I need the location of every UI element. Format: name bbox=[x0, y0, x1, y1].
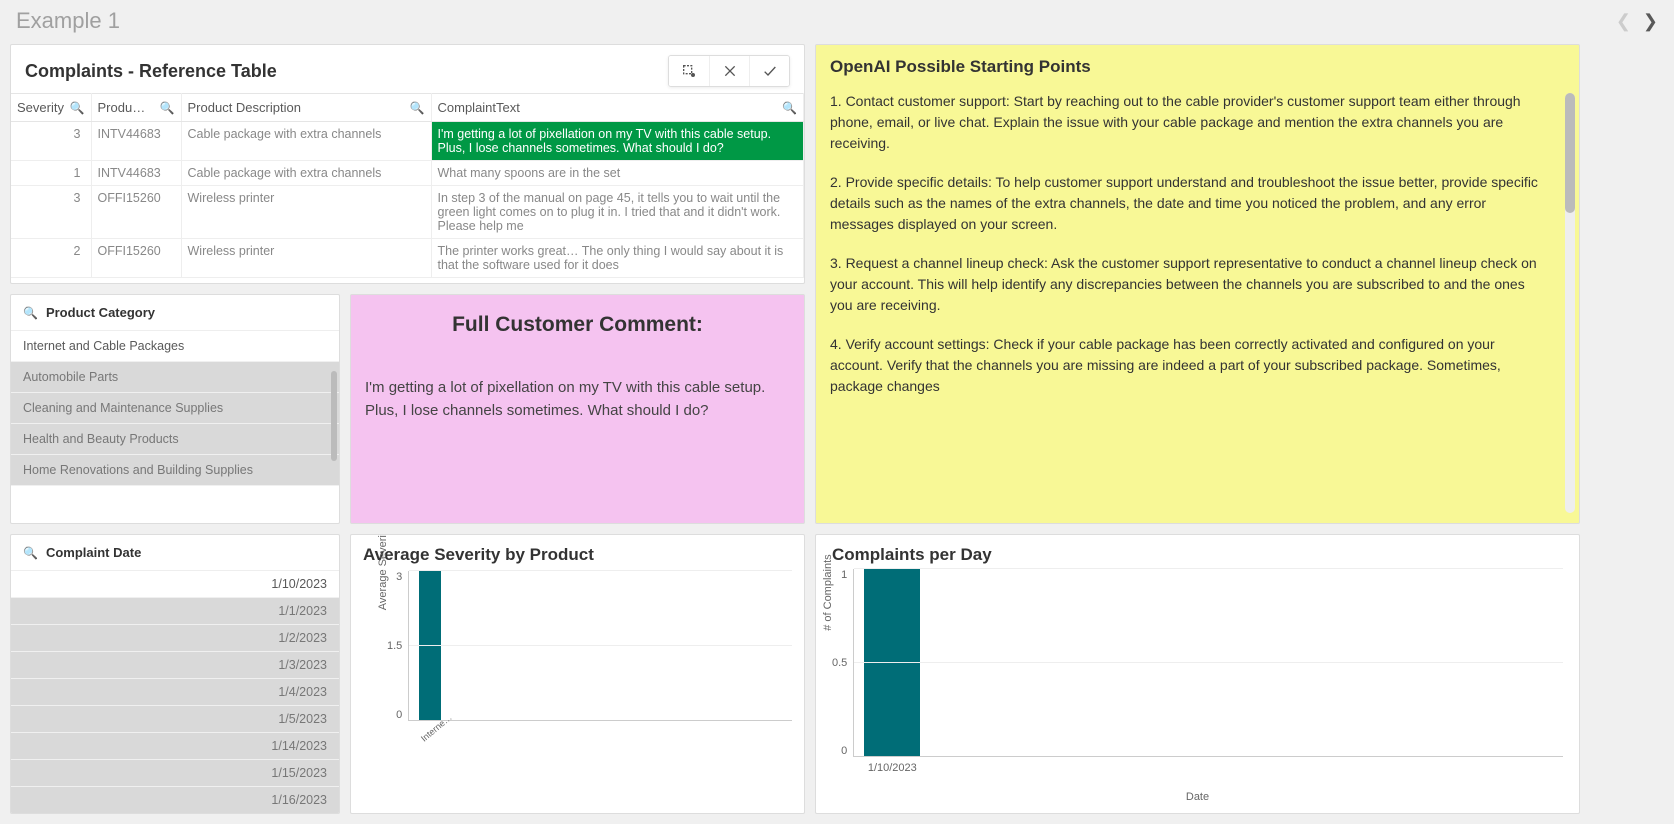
list-item[interactable]: 1/15/2023 bbox=[11, 760, 339, 787]
list-item[interactable]: 1/2/2023 bbox=[11, 625, 339, 652]
complaint-date-header[interactable]: 🔍 Complaint Date bbox=[11, 535, 339, 571]
cell-description[interactable]: Wireless printer bbox=[181, 239, 431, 278]
complaints-per-day-title: Complaints per Day bbox=[832, 545, 1563, 565]
cell-product[interactable]: INTV44683 bbox=[91, 161, 181, 186]
search-icon[interactable]: 🔍 bbox=[782, 101, 797, 115]
scrollbar-thumb[interactable] bbox=[1565, 93, 1575, 213]
search-icon[interactable]: 🔍 bbox=[410, 101, 425, 115]
list-item[interactable]: Health and Beauty Products bbox=[11, 424, 339, 455]
table-row[interactable]: 1INTV44683Cable package with extra chann… bbox=[11, 161, 804, 186]
avg-severity-chart[interactable]: Average Severity 31.50 Interne… bbox=[387, 571, 792, 721]
table-row[interactable]: 3OFFI15260Wireless printerIn step 3 of t… bbox=[11, 186, 804, 239]
list-item[interactable]: 1/14/2023 bbox=[11, 733, 339, 760]
search-icon[interactable]: 🔍 bbox=[70, 101, 85, 115]
product-category-header[interactable]: 🔍 Product Category bbox=[11, 295, 339, 331]
cell-product[interactable]: OFFI15260 bbox=[91, 186, 181, 239]
next-sheet-button[interactable]: ❯ bbox=[1643, 11, 1658, 32]
chart-xtick: Interne… bbox=[419, 722, 442, 744]
column-header-product[interactable]: Produ…🔍 bbox=[91, 94, 181, 122]
chart-xtick: 1/10/2023 bbox=[864, 762, 920, 774]
cell-severity[interactable]: 1 bbox=[11, 161, 91, 186]
table-row[interactable]: 2OFFI15260Wireless printerThe printer wo… bbox=[11, 239, 804, 278]
scrollbar-thumb[interactable] bbox=[331, 371, 337, 461]
cancel-selection-button[interactable] bbox=[709, 56, 749, 86]
selection-tool-icon bbox=[681, 63, 697, 79]
ai-paragraph: 2. Provide specific details: To help cus… bbox=[830, 172, 1545, 235]
complaints-table[interactable]: Severity🔍 Produ…🔍 Product Description🔍 C… bbox=[11, 93, 804, 278]
check-icon bbox=[762, 63, 778, 79]
chart-ytick: 1 bbox=[841, 569, 847, 581]
complaints-per-day-chart[interactable]: # of Complaints 10.50 1/10/2023 bbox=[832, 569, 1563, 757]
cell-description[interactable]: Cable package with extra channels bbox=[181, 122, 431, 161]
cell-product[interactable]: OFFI15260 bbox=[91, 239, 181, 278]
product-category-list: Internet and Cable PackagesAutomobile Pa… bbox=[11, 331, 339, 523]
list-item[interactable]: 1/3/2023 bbox=[11, 652, 339, 679]
complaint-date-panel: 🔍 Complaint Date 1/10/20231/1/20231/2/20… bbox=[10, 534, 340, 814]
sheet-title: Example 1 bbox=[16, 8, 120, 34]
smart-select-button[interactable] bbox=[669, 56, 709, 86]
full-comment-panel: Full Customer Comment: I'm getting a lot… bbox=[350, 294, 805, 524]
ai-paragraph: 3. Request a channel lineup check: Ask t… bbox=[830, 253, 1545, 316]
product-category-title: Product Category bbox=[46, 305, 155, 320]
confirm-selection-button[interactable] bbox=[749, 56, 789, 86]
list-item[interactable]: 1/10/2023 bbox=[11, 571, 339, 598]
list-item[interactable]: Automobile Parts bbox=[11, 362, 339, 393]
chart-ytick: 3 bbox=[396, 571, 402, 583]
selection-toolbar bbox=[668, 55, 790, 87]
chart-ytick: 1.5 bbox=[387, 640, 402, 652]
cell-complaint[interactable]: What many spoons are in the set bbox=[431, 161, 804, 186]
prev-sheet-button[interactable]: ❮ bbox=[1616, 11, 1631, 32]
cell-severity[interactable]: 3 bbox=[11, 122, 91, 161]
cell-complaint[interactable]: The printer works great… The only thing … bbox=[431, 239, 804, 278]
openai-body: 1. Contact customer support: Start by re… bbox=[830, 91, 1561, 511]
chart-ylabel: # of Complaints bbox=[822, 554, 834, 630]
search-icon[interactable]: 🔍 bbox=[23, 306, 38, 320]
search-icon[interactable]: 🔍 bbox=[160, 101, 175, 115]
scrollbar-track[interactable] bbox=[1565, 93, 1575, 513]
openai-panel: OpenAI Possible Starting Points 1. Conta… bbox=[815, 44, 1580, 524]
cell-severity[interactable]: 2 bbox=[11, 239, 91, 278]
cell-complaint[interactable]: I'm getting a lot of pixellation on my T… bbox=[431, 122, 804, 161]
list-item[interactable]: 1/16/2023 bbox=[11, 787, 339, 813]
complaint-date-title: Complaint Date bbox=[46, 545, 141, 560]
complaint-date-list: 1/10/20231/1/20231/2/20231/3/20231/4/202… bbox=[11, 571, 339, 813]
column-header-complaint[interactable]: ComplaintText🔍 bbox=[431, 94, 804, 122]
list-item[interactable]: Cleaning and Maintenance Supplies bbox=[11, 393, 339, 424]
chart-ytick: 0 bbox=[841, 745, 847, 757]
ai-paragraph: 4. Verify account settings: Check if you… bbox=[830, 334, 1545, 397]
avg-severity-title: Average Severity by Product bbox=[363, 545, 792, 565]
sheet-nav: ❮ ❯ bbox=[1616, 11, 1658, 32]
list-item[interactable]: 1/1/2023 bbox=[11, 598, 339, 625]
cell-description[interactable]: Wireless printer bbox=[181, 186, 431, 239]
cell-description[interactable]: Cable package with extra channels bbox=[181, 161, 431, 186]
chart-ylabel: Average Severity bbox=[377, 534, 389, 610]
ai-paragraph: 1. Contact customer support: Start by re… bbox=[830, 91, 1545, 154]
chart-xlabel: Date bbox=[832, 791, 1563, 803]
openai-title: OpenAI Possible Starting Points bbox=[830, 57, 1561, 77]
close-icon bbox=[722, 63, 738, 79]
avg-severity-panel: Average Severity by Product Average Seve… bbox=[350, 534, 805, 814]
complaints-table-panel: Complaints - Reference Table bbox=[10, 44, 805, 284]
table-row[interactable]: 3INTV44683Cable package with extra chann… bbox=[11, 122, 804, 161]
chart-ytick: 0.5 bbox=[832, 657, 847, 669]
list-item[interactable]: Home Renovations and Building Supplies bbox=[11, 455, 339, 486]
column-header-severity[interactable]: Severity🔍 bbox=[11, 94, 91, 122]
cell-complaint[interactable]: In step 3 of the manual on page 45, it t… bbox=[431, 186, 804, 239]
list-item[interactable]: 1/4/2023 bbox=[11, 679, 339, 706]
search-icon[interactable]: 🔍 bbox=[23, 546, 38, 560]
chart-bar[interactable] bbox=[419, 571, 441, 720]
list-item[interactable]: 1/5/2023 bbox=[11, 706, 339, 733]
chart-ytick: 0 bbox=[396, 709, 402, 721]
full-comment-body: I'm getting a lot of pixellation on my T… bbox=[365, 377, 790, 422]
sheet-header: Example 1 ❮ ❯ bbox=[0, 0, 1674, 38]
column-header-description[interactable]: Product Description🔍 bbox=[181, 94, 431, 122]
complaints-per-day-panel: Complaints per Day # of Complaints 1 0.5 0… bbox=[815, 534, 1580, 814]
list-item[interactable]: Internet and Cable Packages bbox=[11, 331, 339, 362]
cell-product[interactable]: INTV44683 bbox=[91, 122, 181, 161]
chart-bar[interactable] bbox=[864, 569, 920, 756]
cell-severity[interactable]: 3 bbox=[11, 186, 91, 239]
product-category-panel: 🔍 Product Category Internet and Cable Pa… bbox=[10, 294, 340, 524]
full-comment-title: Full Customer Comment: bbox=[365, 313, 790, 337]
complaints-table-title: Complaints - Reference Table bbox=[25, 61, 277, 82]
